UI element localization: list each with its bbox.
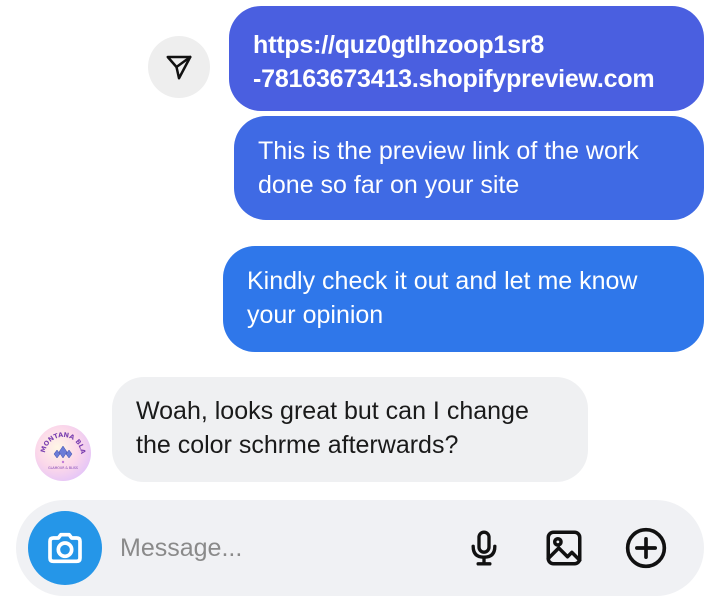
paper-plane-icon: [166, 55, 192, 80]
plus-circle-icon: [625, 527, 667, 569]
share-button[interactable]: [148, 36, 210, 98]
gallery-button[interactable]: [538, 522, 590, 574]
add-button[interactable]: [620, 522, 672, 574]
message-input[interactable]: [120, 526, 440, 570]
message-composer: [16, 500, 704, 596]
outgoing-message-link[interactable]: https://quz0gtlhzoop1sr8 -78163673413.sh…: [229, 6, 704, 111]
microphone-icon: [471, 530, 497, 566]
svg-text:GLAMOUR & BLISS: GLAMOUR & BLISS: [48, 466, 78, 470]
incoming-message: Woah, looks great but can I change the c…: [112, 377, 588, 482]
image-icon: [546, 530, 582, 566]
camera-button[interactable]: [28, 511, 102, 585]
outgoing-message: This is the preview link of the work don…: [234, 116, 704, 220]
avatar[interactable]: MONTANA BLAZE GLAMOUR & BLISS: [35, 425, 91, 481]
chat-thread: https://quz0gtlhzoop1sr8 -78163673413.sh…: [0, 0, 720, 613]
outgoing-message: Kindly check it out and let me know your…: [223, 246, 704, 352]
montana-blaze-logo: MONTANA BLAZE GLAMOUR & BLISS: [35, 425, 87, 470]
camera-icon: [48, 532, 82, 564]
voice-message-button[interactable]: [458, 522, 510, 574]
